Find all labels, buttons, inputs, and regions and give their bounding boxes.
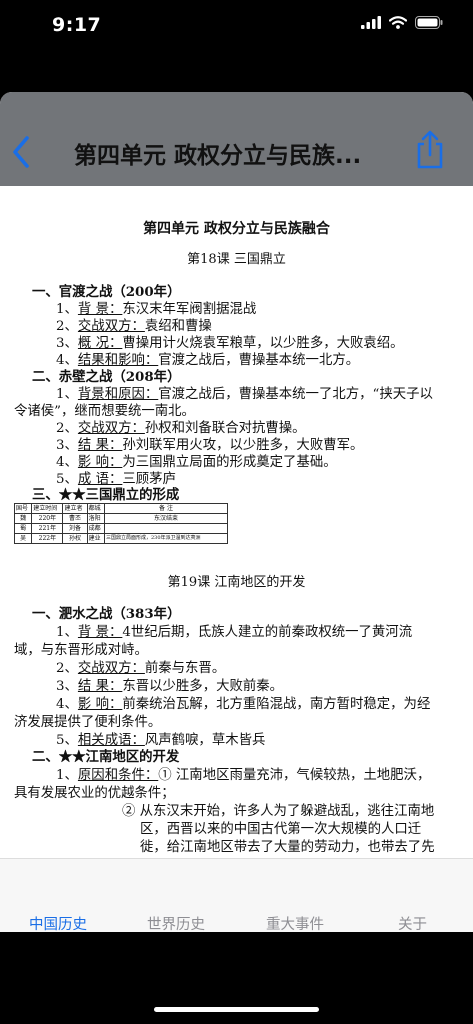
lesson-18-title: 第18课 三国鼎立 [187,252,286,267]
table-row: 吴 222年 孙权 建业 三国鼎立局面形成，230年派卫温到达夷洲 [13,533,228,544]
table-cell: 孙权 [62,533,88,544]
share-icon [417,130,443,169]
text-line: 1、背 景：东汉末年军阀割据混战 [56,302,257,317]
table-cell: 220年 [31,513,64,524]
table-header: 国号 [13,503,33,514]
text-line: ② 从东汉末开始，许多人为了躲避战乱，逃往江南地 [122,804,435,819]
tab-world-history[interactable]: 世界历史 [147,913,205,932]
section-heading: 二、赤壁之战（208年） [32,369,181,385]
text-line: 2、交战双方：前秦与东晋。 [56,661,226,676]
chevron-left-icon [13,136,29,168]
unit-title: 第四单元 政权分立与民族融合 [143,221,330,237]
text-line: 1、背 景：4世纪后期，氐族人建立的前秦政权统一了黄河流 [56,625,413,640]
text-line: 4、结果和影响：官渡之战后，曹操基本统一北方。 [56,353,360,368]
table-row: 魏 220年 曹丕 洛阳 东汉结束 [13,513,228,524]
table-header: 建立时间 [31,503,64,514]
status-time: 9:17 [52,14,102,36]
text-line: 3、概 况：曹操用计火烧袁军粮草，以少胜多，大败袁绍。 [56,336,404,351]
battery-icon [415,16,443,29]
text-line: 5、成 语：三顾茅庐 [56,472,176,487]
text-line: 域，与东晋形成对峙。 [14,643,148,658]
table-cell: 蜀 [13,523,33,534]
text-line: 4、影 响：为三国鼎立局面的形成奠定了基础。 [56,455,337,470]
text-line: 2、交战双方：袁绍和曹操 [56,319,212,334]
signal-icon [361,16,381,29]
table-header: 都城 [86,503,106,514]
share-button[interactable] [414,130,446,174]
table-cell: 东汉结束 [104,513,228,524]
table-header-row: 国号 建立时间 建立者 都城 备 注 [13,503,228,514]
text-line: 令诸侯”，继而想要统一南北。 [14,404,195,419]
wifi-icon [389,16,407,29]
back-button[interactable] [10,134,32,174]
section-heading: 二、★★江南地区的开发 [32,749,180,765]
table-cell: 曹丕 [62,513,88,524]
page-title: 第四单元 政权分立与民族... [74,143,362,169]
table-header: 建立者 [62,503,88,514]
table-cell: 建业 [86,533,106,544]
text-line: 2、交战双方：孙权和刘备联合对抗曹操。 [56,421,306,436]
three-kingdoms-table: 国号 建立时间 建立者 都城 备 注 魏 220年 曹丕 洛阳 东汉结束 蜀 2… [13,503,228,544]
table-cell: 刘备 [62,523,88,534]
table-cell: 221年 [31,523,64,534]
tab-bar: 中国历史 世界历史 重大事件 关于 [0,858,473,932]
section-heading: 三、★★三国鼎立的形成 [32,487,180,503]
table-cell: 222年 [31,533,64,544]
tab-chinese-history[interactable]: 中国历史 [29,913,87,932]
text-line: 具有发展农业的优越条件； [14,786,175,801]
text-line: 区，西晋以来的中国古代第一次大规模的人口迁 [140,822,422,837]
text-line: 5、相关成语：风声鹤唳，草木皆兵 [56,733,266,748]
app-sheet: 第四单元 政权分立与民族... 第四单元 政权分立与民族融合 第18课 三国鼎立… [0,92,473,932]
table-cell: 吴 [13,533,33,544]
section-heading: 一、官渡之战（200年） [32,284,181,300]
document-view[interactable]: 第四单元 政权分立与民族融合 第18课 三国鼎立 一、官渡之战（200年） 1、… [0,186,473,858]
table-cell: 三国鼎立局面形成，230年派卫温到达夷洲 [104,533,228,544]
home-indicator[interactable] [154,1007,319,1012]
lesson-19-title: 第19课 江南地区的开发 [167,575,306,590]
table-cell: 成都 [86,523,106,534]
section-heading: 一、淝水之战（383年） [32,606,181,622]
navigation-bar: 第四单元 政权分立与民族... [0,92,473,186]
tab-about[interactable]: 关于 [398,913,427,932]
text-line: 4、影 响：前秦统治瓦解，北方重陷混战，南方暂时稳定，为经 [56,697,431,712]
table-cell: 魏 [13,513,33,524]
status-icons [361,16,443,29]
table-header: 备 注 [104,503,228,514]
text-line: 3、结 果：东晋以少胜多，大败前秦。 [56,679,284,694]
text-line: 济发展提供了便利条件。 [14,715,162,730]
table-row: 蜀 221年 刘备 成都 [13,523,228,534]
text-line: 1、原因和条件：① 江南地区雨量充沛，气候较热，土地肥沃， [56,768,431,783]
text-line: 徙，给江南地区带去了大量的劳动力，也带去了先 [140,840,435,855]
tab-major-events[interactable]: 重大事件 [266,913,324,932]
text-line: 3、结 果：孙刘联军用火攻，以少胜多，大败曹军。 [56,438,364,453]
status-bar: 9:17 [0,0,473,92]
table-cell [104,523,228,534]
table-cell: 洛阳 [86,513,106,524]
text-line: 1、背景和原因：官渡之战后，曹操基本统一了北方，“挟天子以 [56,387,433,402]
